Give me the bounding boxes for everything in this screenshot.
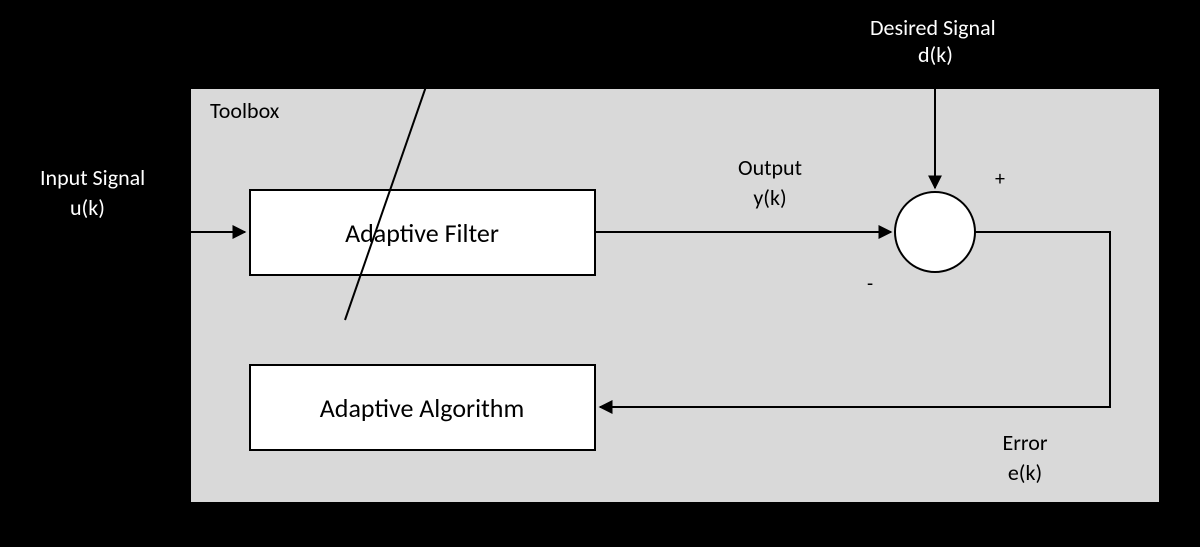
input-signal-symbol: u(k): [70, 194, 105, 221]
toolbox-title: Toolbox: [210, 97, 280, 124]
desired-signal-symbol: d(k): [918, 41, 953, 68]
input-signal-name: Input Signal: [40, 164, 145, 191]
adaptive-filter-label: Adaptive Filter: [345, 217, 499, 249]
output-signal-symbol: y(k): [753, 184, 786, 211]
summing-junction: [895, 192, 975, 272]
sum-plus-label: +: [995, 167, 1005, 191]
desired-signal-name: Desired Signal: [870, 14, 996, 41]
sum-minus-label: -: [867, 272, 873, 296]
output-signal-name: Output: [738, 154, 802, 181]
adaptive-algorithm-label: Adaptive Algorithm: [320, 392, 524, 424]
error-signal-name: Error: [1003, 429, 1048, 456]
error-signal-symbol: e(k): [1008, 459, 1042, 486]
